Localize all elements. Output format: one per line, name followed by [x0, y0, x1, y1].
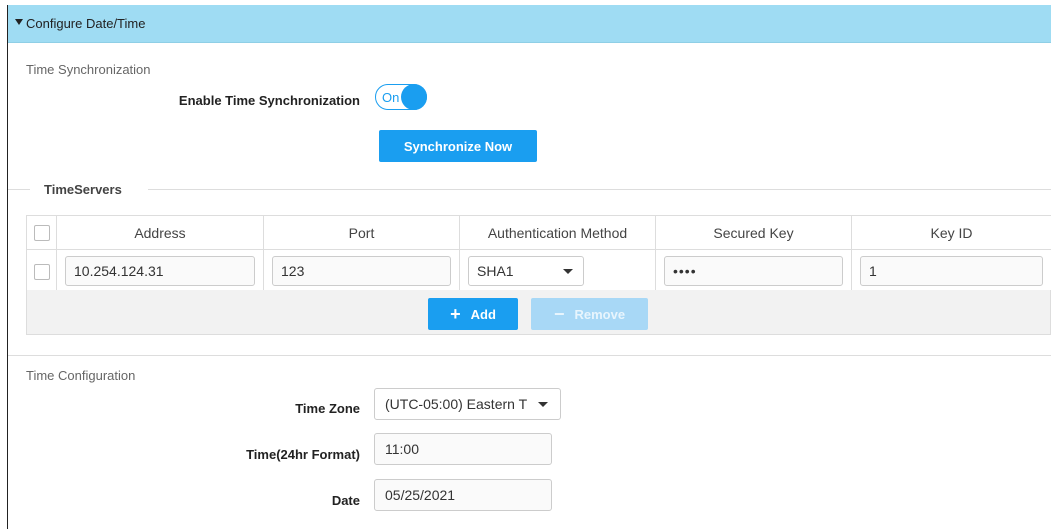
configure-datetime-panel: Configure Date/Time Time Synchronization… — [7, 5, 1051, 529]
chevron-down-icon — [538, 402, 548, 407]
secured-key-input[interactable]: •••• — [664, 256, 843, 286]
col-port: Port — [263, 215, 460, 250]
fieldset-border-right — [148, 189, 1051, 190]
timezone-select[interactable]: (UTC-05:00) Eastern T — [374, 388, 561, 420]
timeservers-legend: TimeServers — [42, 182, 124, 197]
col-auth-method: Authentication Method — [459, 215, 656, 250]
fieldset-border-left — [8, 189, 30, 190]
enable-time-sync-toggle[interactable]: On — [375, 84, 427, 110]
synchronize-now-button[interactable]: Synchronize Now — [379, 130, 537, 162]
col-address: Address — [56, 215, 264, 250]
add-button[interactable]: + Add — [428, 298, 518, 330]
time-config-section-label: Time Configuration — [26, 368, 136, 383]
auth-method-select[interactable]: SHA1 — [468, 256, 584, 286]
plus-icon: + — [450, 303, 461, 324]
table-row: 10.254.124.31 123 SHA1 •••• 1 — [26, 249, 1051, 293]
col-key-id: Key ID — [851, 215, 1051, 250]
row-select-cell[interactable] — [26, 249, 57, 293]
remove-button-label: Remove — [574, 306, 626, 322]
time-input[interactable]: 11:00 — [374, 433, 552, 465]
caret-down-icon[interactable] — [15, 19, 23, 25]
auth-method-value: SHA1 — [477, 263, 514, 279]
enable-time-sync-label: Enable Time Synchronization — [178, 93, 360, 108]
timezone-label: Time Zone — [295, 401, 360, 416]
row-checkbox[interactable] — [33, 263, 50, 280]
toggle-state-label: On — [382, 90, 400, 105]
remove-button[interactable]: − Remove — [531, 298, 648, 330]
address-input[interactable]: 10.254.124.31 — [65, 256, 255, 286]
secured-key-cell: •••• — [655, 249, 852, 293]
section-divider — [8, 355, 1051, 356]
select-all-cell[interactable] — [26, 215, 57, 250]
select-all-checkbox[interactable] — [33, 225, 50, 242]
auth-method-cell: SHA1 — [459, 249, 656, 293]
minus-icon: − — [553, 303, 565, 324]
toggle-knob — [401, 84, 427, 110]
col-secured-key: Secured Key — [655, 215, 852, 250]
timeservers-table: Address Port Authentication Method Secur… — [26, 215, 1051, 293]
time-label: Time(24hr Format) — [246, 447, 360, 462]
date-input[interactable]: 05/25/2021 — [374, 479, 552, 511]
port-input[interactable]: 123 — [272, 256, 451, 286]
panel-title: Configure Date/Time — [26, 16, 146, 31]
key-id-cell: 1 — [851, 249, 1051, 293]
add-button-label: Add — [470, 306, 496, 322]
address-cell: 10.254.124.31 — [56, 249, 264, 293]
chevron-down-icon — [563, 269, 573, 274]
timezone-value: (UTC-05:00) Eastern T — [385, 396, 528, 412]
date-label: Date — [331, 493, 360, 508]
key-id-input[interactable]: 1 — [860, 256, 1043, 286]
table-header-row: Address Port Authentication Method Secur… — [26, 215, 1051, 250]
port-cell: 123 — [263, 249, 460, 293]
table-footer: + Add − Remove — [26, 290, 1051, 335]
time-sync-section-label: Time Synchronization — [26, 62, 151, 77]
panel-header[interactable]: Configure Date/Time — [8, 5, 1051, 43]
